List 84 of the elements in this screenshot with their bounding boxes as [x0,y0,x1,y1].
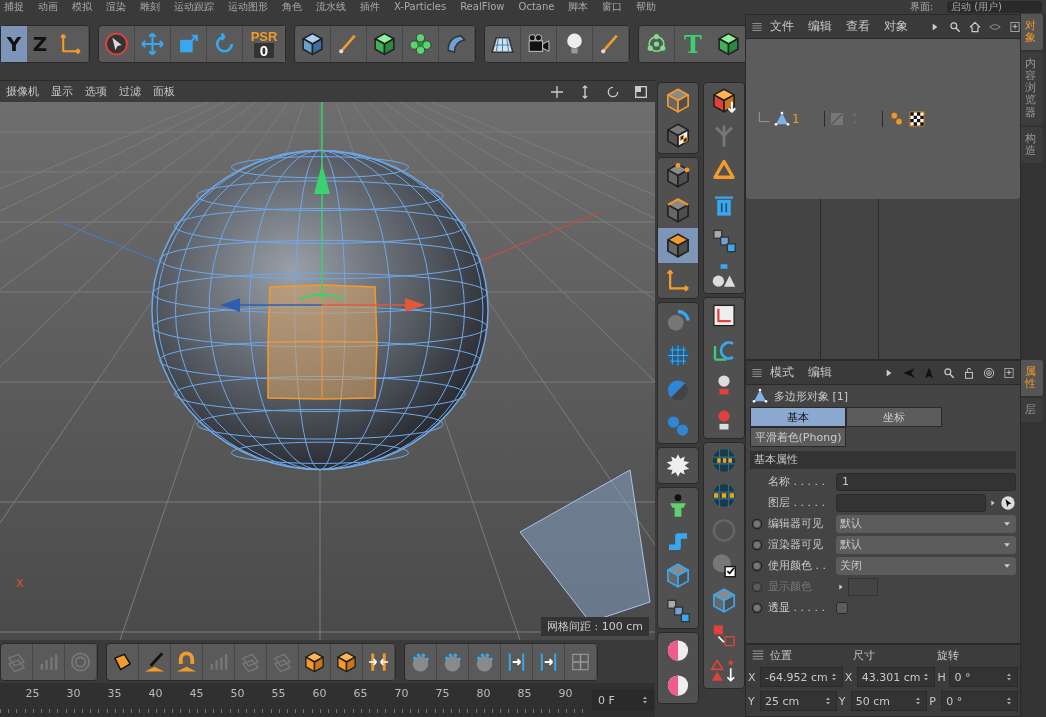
column-header: 尺寸 [853,647,877,663]
frame-number: 50 [229,687,246,702]
axis-label: Y [838,694,847,708]
frame-field[interactable]: 0 F [592,689,654,711]
dropdown[interactable]: 默认 [836,514,1016,533]
panel-menu-item[interactable]: 查看 [846,18,870,35]
panel-menu-item[interactable]: 文件 [770,18,794,35]
frame-number: 45 [188,687,205,702]
value-field[interactable]: 50 cm [850,691,928,711]
menu-item[interactable]: 脚本 [568,1,589,13]
frame-number: 55 [270,687,287,702]
field-label: 名称 . . . . . [768,474,826,489]
side-tab[interactable]: 内容浏览器 [1021,52,1043,125]
value-field[interactable]: 0 ° [941,691,1018,711]
menu-item[interactable]: 帮助 [636,1,657,13]
menu-item[interactable]: 捕捉 [4,1,24,13]
menu-item[interactable]: Octane [518,1,555,13]
grid-spacing-label: 网格间距 : 100 cm [541,617,649,636]
attribute-tab[interactable]: 坐标 [846,407,942,427]
menu-item[interactable]: 运动图形 [228,1,268,13]
menu-item[interactable]: X-Particles [394,1,447,13]
frame-number: 70 [393,687,410,702]
object-name: 1 [792,112,800,126]
menu-item[interactable]: 雕刻 [140,1,160,13]
axis-label: X [748,670,757,684]
value-field[interactable]: 0 ° [949,667,1018,687]
viewport-menu-item[interactable]: 选项 [85,84,107,99]
layout-label: 界面: [909,1,933,13]
menu-item[interactable]: 角色 [282,1,302,13]
frame-number: 90 [557,687,574,702]
panel-menu-item[interactable]: 模式 [770,364,794,381]
axis-label: H [937,670,947,684]
frame-number: 40 [147,687,164,702]
column-header: 位置 [770,647,793,663]
axis-label: X [16,577,24,590]
side-tab[interactable]: 属性 [1021,360,1043,397]
viewport-menu-item[interactable]: 摄像机 [6,84,39,99]
layout-dropdown[interactable]: 启动 (用户) [947,1,1042,13]
frame-number: 85 [516,687,533,702]
object-row[interactable]: 1 [746,39,1020,199]
frame-number: 75 [434,687,451,702]
field-label: 透显 . . . . . [768,600,826,615]
axis-label: Y [748,694,756,708]
name-field[interactable]: 1 [836,472,1016,491]
field-label: 渲染器可见 [768,537,824,552]
field-label: 编辑器可见 [768,516,824,531]
menu-item[interactable]: 插件 [360,1,380,13]
frame-number: 60 [311,687,328,702]
dropdown[interactable]: 关闭 [836,556,1016,575]
side-tab[interactable]: 构造 [1021,126,1043,163]
menu-item[interactable]: 渲染 [106,1,126,13]
value-field[interactable]: -64.952 cm [760,667,843,687]
frame-number: 25 [24,687,41,702]
dropdown[interactable]: 默认 [836,535,1016,554]
attribute-tab[interactable]: 平滑着色(Phong) [750,427,846,447]
viewport-menu-item[interactable]: 显示 [51,84,73,99]
panel-menu-item[interactable]: 对象 [884,18,908,35]
viewport-menu-item[interactable]: 过滤 [119,84,141,99]
axis-label: X [844,670,854,684]
panel-menu-item[interactable]: 编辑 [808,18,832,35]
value-field[interactable]: 43.301 cm [856,667,936,687]
menu-item[interactable]: RealFlow [460,1,505,13]
field-label: 使用颜色 . . [768,558,827,573]
menu-item[interactable]: 流水线 [316,1,346,13]
side-tab[interactable]: 层 [1021,398,1043,423]
attribute-tab[interactable]: 基本 [750,407,846,427]
frame-number: 30 [65,687,82,702]
side-tab[interactable]: 对象 [1021,14,1043,51]
axis-lock-button[interactable]: Y [1,26,27,62]
axis-label: P [929,694,937,708]
section-header: 基本属性 [750,451,1016,469]
column-header: 旋转 [936,647,960,663]
menu-item[interactable]: 窗口 [602,1,623,13]
menu-item[interactable]: 模拟 [72,1,92,13]
value-field[interactable]: 25 cm [760,691,837,711]
panel-menu-item[interactable]: 编辑 [808,364,832,381]
frame-number: 65 [352,687,369,702]
viewport-menu-item[interactable]: 面板 [153,84,175,99]
object-title: 多边形对象 [1] [774,388,849,404]
field-label: 图层 . . . . . [768,495,826,510]
frame-number: 80 [475,687,492,702]
menu-item[interactable]: 运动跟踪 [174,1,214,13]
menu-item[interactable]: 动画 [38,1,58,13]
frame-number: 35 [106,687,123,702]
